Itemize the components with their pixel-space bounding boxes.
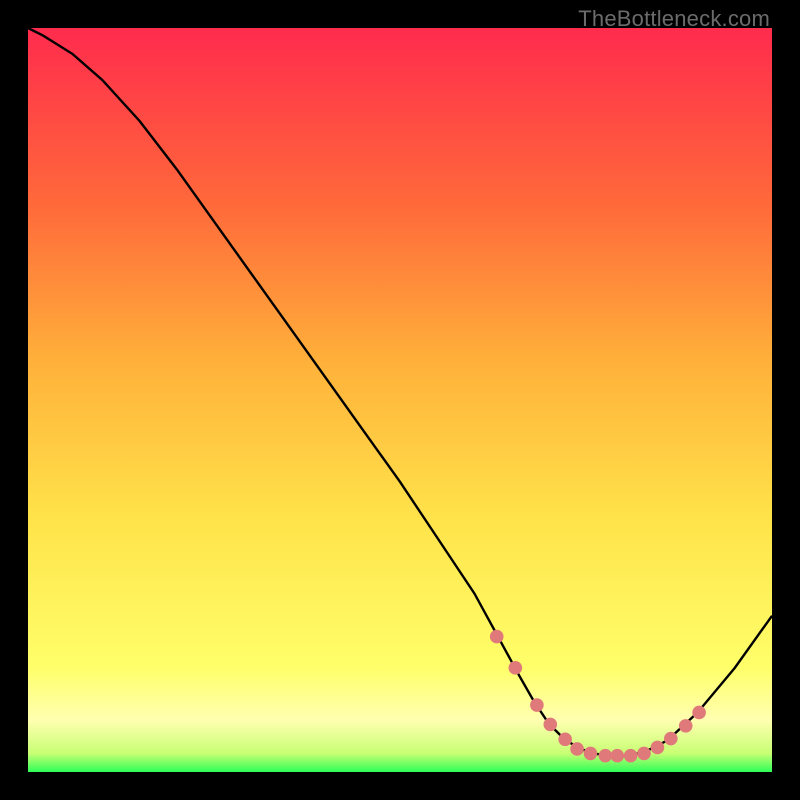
highlight-marker bbox=[637, 747, 651, 761]
highlight-marker bbox=[530, 698, 544, 712]
highlight-marker bbox=[584, 747, 598, 761]
highlight-marker bbox=[692, 706, 706, 720]
attribution-text: TheBottleneck.com bbox=[578, 6, 770, 32]
chart-svg bbox=[28, 28, 772, 772]
highlight-marker bbox=[543, 718, 557, 732]
highlight-marker bbox=[679, 719, 693, 733]
highlight-marker bbox=[651, 741, 665, 755]
chart-frame bbox=[28, 28, 772, 772]
highlight-marker bbox=[599, 749, 613, 763]
highlight-marker bbox=[558, 732, 572, 746]
highlight-marker bbox=[624, 749, 638, 763]
highlight-marker bbox=[509, 661, 523, 675]
highlight-marker bbox=[570, 742, 584, 756]
gradient-background bbox=[28, 28, 772, 772]
highlight-marker bbox=[490, 630, 504, 644]
highlight-marker bbox=[664, 732, 678, 746]
highlight-marker bbox=[610, 749, 624, 763]
